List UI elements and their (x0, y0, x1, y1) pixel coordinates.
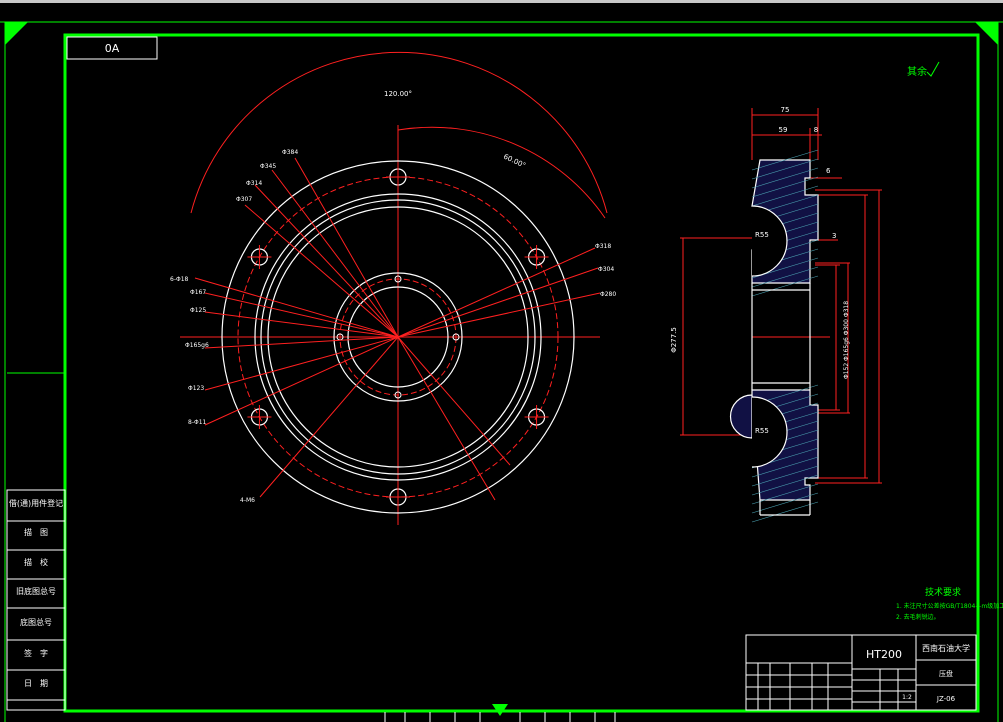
angle-120-label: 120.00° (384, 90, 412, 98)
callout-label: Φ123 (188, 385, 204, 392)
dim-inner-width: 59 (779, 126, 788, 134)
roughness-note: 其余 (907, 65, 927, 78)
callout-label: Φ125 (190, 307, 206, 314)
angle-60-label: 60.00° (502, 153, 527, 170)
dim-step: 6 (826, 167, 831, 175)
part-name: 压盘 (939, 669, 953, 678)
side-stamp-label: 签 字 (24, 649, 48, 658)
callout-label: 6-Φ18 (170, 276, 189, 283)
tech-req-line-2: 2. 去毛刺锐边。 (896, 613, 940, 621)
angle-arc-60 (397, 126, 606, 219)
cad-drawing-canvas[interactable]: 0A 其余 120.00° 60.00° Φ384Φ345Φ314Φ3076-Φ… (0, 0, 1003, 722)
callout-label: Φ318 (595, 243, 611, 250)
dim-small-width: 8 (814, 126, 818, 134)
dim-radius-bottom: R55 (755, 427, 769, 435)
angle-arc-120 (190, 51, 608, 214)
dim-top-width: 75 (781, 106, 790, 114)
corner-marker-tl (5, 22, 28, 45)
dim-center-dias: Φ152 Φ165g6 Φ300 Φ318 (843, 301, 850, 379)
side-stamp-label: 借(通)用件登记 (8, 499, 64, 508)
left-callout-labels: Φ384 Φ345 Φ314 Φ307 6-Φ18Φ167 Φ125 Φ165g6 Φ123 8… (170, 149, 298, 504)
side-stamp-label: 描 校 (24, 558, 48, 567)
material-text: HT200 (866, 648, 902, 661)
drawing-border (63, 33, 980, 713)
callout-label: Φ165g6 (185, 342, 209, 349)
side-stamp-label: 旧底图总号 (16, 587, 56, 596)
dim-gap: 3 (832, 232, 836, 240)
tech-req-line-1: 1. 未注尺寸公差按GB/T1804—m级加工。 (896, 602, 1003, 610)
tech-req-title: 技术要求 (925, 586, 961, 598)
front-view: 120.00° 60.00° Φ384Φ345Φ314Φ3076-Φ18Φ167… (170, 51, 616, 525)
callout-label: Φ345 (260, 163, 276, 170)
side-stamp-table (6, 372, 66, 711)
callout-label: Φ304 (598, 266, 614, 273)
right-callout-labels: Φ318 Φ304 Φ280 (595, 243, 616, 298)
section-view: 75 59 8 6 3 Φ277.5 Φ152 Φ165g6 Φ300 Φ318… (670, 106, 882, 523)
callout-label: Φ314 (246, 180, 262, 187)
side-stamp-label: 描 图 (24, 528, 48, 537)
roughness-symbol (926, 61, 940, 77)
side-stamp-label: 日 期 (24, 679, 48, 688)
school-name: 西南石油大学 (922, 643, 970, 653)
callout-label: Φ280 (600, 291, 616, 298)
dim-left-dia: Φ277.5 (670, 327, 678, 353)
dim-radius-top: R55 (755, 231, 769, 239)
drawing-number-text: 0A (105, 42, 120, 55)
drawing-code: JZ-06 (936, 695, 956, 703)
callout-label: 8-Φ11 (188, 419, 207, 426)
callout-label: Φ167 (190, 289, 206, 296)
scale-text: 1:2 (902, 694, 912, 701)
callout-label: Φ384 (282, 149, 298, 156)
callout-label: 4-M6 (240, 497, 255, 504)
leader-lines-left (194, 157, 399, 498)
callout-label: Φ307 (236, 196, 252, 203)
side-stamp-label: 底图总号 (20, 618, 52, 627)
